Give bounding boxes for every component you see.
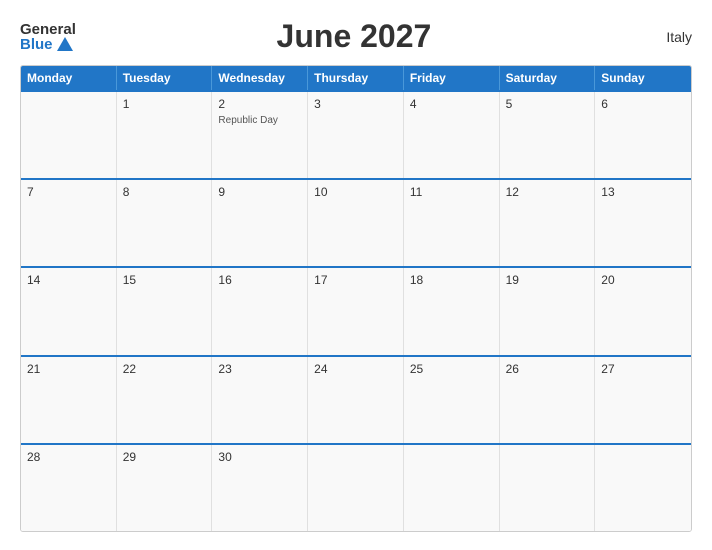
weekday-friday: Friday bbox=[404, 66, 500, 90]
calendar-cell: 22 bbox=[117, 357, 213, 443]
calendar-title: June 2027 bbox=[76, 18, 632, 55]
calendar-cell: 1 bbox=[117, 92, 213, 178]
day-number: 6 bbox=[601, 97, 685, 111]
calendar-cell: 7 bbox=[21, 180, 117, 266]
calendar-cell: 19 bbox=[500, 268, 596, 354]
day-number: 17 bbox=[314, 273, 397, 287]
day-number: 11 bbox=[410, 185, 493, 199]
calendar-week-2: 789 10 11 12 13 bbox=[21, 178, 691, 266]
day-number: 5 bbox=[506, 97, 589, 111]
calendar-cell: 24 bbox=[308, 357, 404, 443]
day-number: 7 bbox=[27, 185, 110, 199]
calendar-cell: 27 bbox=[595, 357, 691, 443]
calendar-cell: 5 bbox=[500, 92, 596, 178]
calendar-cell: 21 bbox=[21, 357, 117, 443]
calendar-cell: 11 bbox=[404, 180, 500, 266]
calendar-cell: 6 bbox=[595, 92, 691, 178]
weekday-tuesday: Tuesday bbox=[117, 66, 213, 90]
day-number: 26 bbox=[506, 362, 589, 376]
calendar-cell: 26 bbox=[500, 357, 596, 443]
calendar-cell bbox=[404, 445, 500, 531]
logo-triangle-icon bbox=[57, 37, 73, 51]
weekday-sunday: Sunday bbox=[595, 66, 691, 90]
day-number: 2 bbox=[218, 97, 301, 111]
day-number: 16 bbox=[218, 273, 301, 287]
day-number: 15 bbox=[123, 273, 206, 287]
calendar-week-5: 28 29 30 bbox=[21, 443, 691, 531]
logo-blue-row: Blue bbox=[20, 37, 76, 52]
calendar-cell: 20 bbox=[595, 268, 691, 354]
calendar-cell: 12 bbox=[500, 180, 596, 266]
calendar-cell bbox=[21, 92, 117, 178]
holiday-label: Republic Day bbox=[218, 115, 301, 126]
calendar-page: General Blue June 2027 Italy Monday Tues… bbox=[0, 0, 712, 550]
calendar-cell: 17 bbox=[308, 268, 404, 354]
day-number: 13 bbox=[601, 185, 685, 199]
day-number: 21 bbox=[27, 362, 110, 376]
calendar-cell: 16 bbox=[212, 268, 308, 354]
calendar-cell: 30 bbox=[212, 445, 308, 531]
calendar-cell bbox=[595, 445, 691, 531]
logo-general-text: General bbox=[20, 22, 76, 37]
calendar-week-4: 21 22 23 24 25 26 27 bbox=[21, 355, 691, 443]
calendar-cell: 14 bbox=[21, 268, 117, 354]
calendar-cell: 25 bbox=[404, 357, 500, 443]
calendar-body: 12Republic Day34567891011121314151617181… bbox=[21, 90, 691, 531]
weekday-wednesday: Wednesday bbox=[212, 66, 308, 90]
day-number: 8 bbox=[123, 185, 206, 199]
weekday-monday: Monday bbox=[21, 66, 117, 90]
calendar-cell: 13 bbox=[595, 180, 691, 266]
calendar-cell: 8 bbox=[117, 180, 213, 266]
calendar-cell: 9 bbox=[212, 180, 308, 266]
day-number: 23 bbox=[218, 362, 301, 376]
day-number: 14 bbox=[27, 273, 110, 287]
weekday-thursday: Thursday bbox=[308, 66, 404, 90]
calendar-week-1: 12 Republic Day 3456 bbox=[21, 90, 691, 178]
logo: General Blue bbox=[20, 22, 76, 52]
day-number: 25 bbox=[410, 362, 493, 376]
calendar-cell bbox=[308, 445, 404, 531]
calendar-cell: 2 Republic Day bbox=[212, 92, 308, 178]
day-number: 4 bbox=[410, 97, 493, 111]
calendar-cell: 15 bbox=[117, 268, 213, 354]
day-number: 3 bbox=[314, 97, 397, 111]
day-number: 9 bbox=[218, 185, 301, 199]
calendar-header: Monday Tuesday Wednesday Thursday Friday… bbox=[21, 66, 691, 90]
country-label: Italy bbox=[632, 29, 692, 45]
day-number: 20 bbox=[601, 273, 685, 287]
day-number: 19 bbox=[506, 273, 589, 287]
day-number: 22 bbox=[123, 362, 206, 376]
day-number: 24 bbox=[314, 362, 397, 376]
calendar-cell: 10 bbox=[308, 180, 404, 266]
day-number: 12 bbox=[506, 185, 589, 199]
day-number: 10 bbox=[314, 185, 397, 199]
calendar-cell: 28 bbox=[21, 445, 117, 531]
day-number: 28 bbox=[27, 450, 110, 464]
calendar: Monday Tuesday Wednesday Thursday Friday… bbox=[20, 65, 692, 532]
calendar-cell: 23 bbox=[212, 357, 308, 443]
weekday-saturday: Saturday bbox=[500, 66, 596, 90]
day-number: 1 bbox=[123, 97, 206, 111]
calendar-cell: 29 bbox=[117, 445, 213, 531]
day-number: 18 bbox=[410, 273, 493, 287]
page-header: General Blue June 2027 Italy bbox=[20, 18, 692, 55]
day-number: 27 bbox=[601, 362, 685, 376]
calendar-cell: 3 bbox=[308, 92, 404, 178]
calendar-cell bbox=[500, 445, 596, 531]
day-number: 30 bbox=[218, 450, 301, 464]
logo-blue-text: Blue bbox=[20, 37, 53, 52]
calendar-week-3: 14 15 16 17 18 19 20 bbox=[21, 266, 691, 354]
calendar-cell: 18 bbox=[404, 268, 500, 354]
calendar-cell: 4 bbox=[404, 92, 500, 178]
day-number: 29 bbox=[123, 450, 206, 464]
